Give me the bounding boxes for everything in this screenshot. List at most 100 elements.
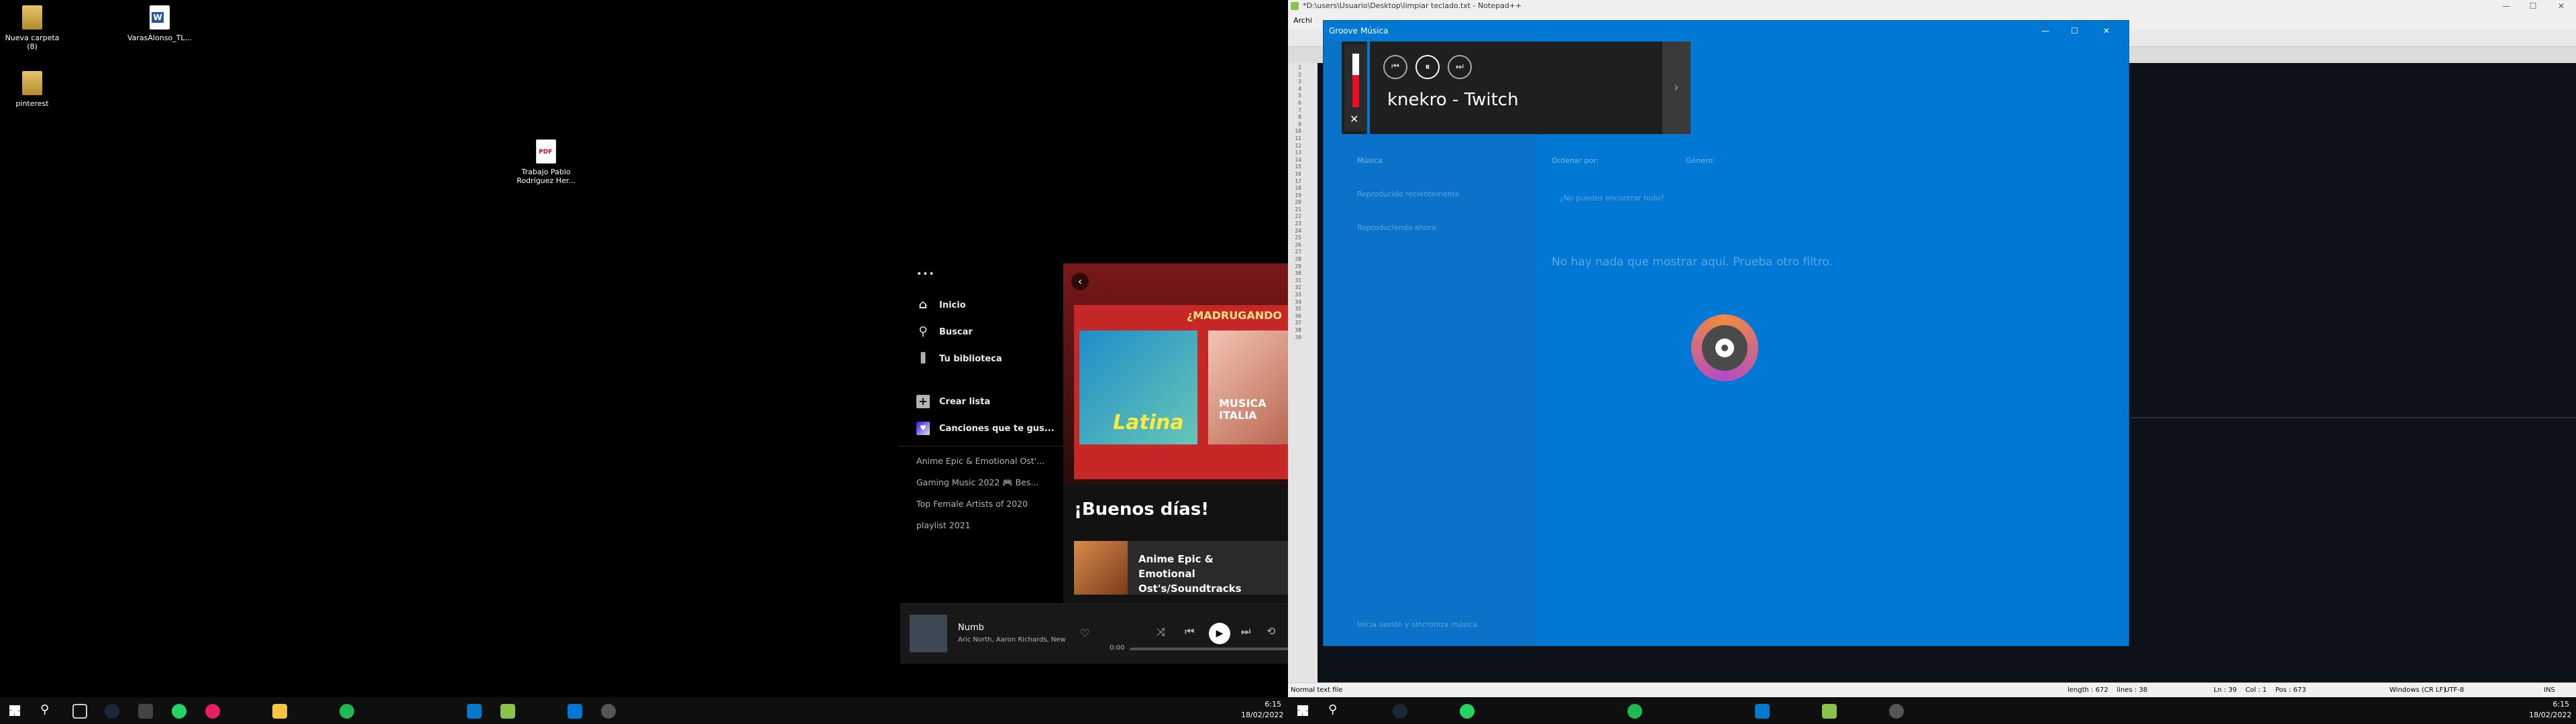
expand-button[interactable]: › xyxy=(1662,42,1690,134)
maximize-icon[interactable]: ☐ xyxy=(2520,0,2546,13)
previous-icon[interactable]: ⏮ xyxy=(1185,625,1194,638)
shuffle-icon[interactable]: ⤨ xyxy=(1157,625,1165,639)
search-icon[interactable]: ⚲ xyxy=(1328,703,1337,717)
volume-level xyxy=(1352,75,1359,107)
line-number: 24 xyxy=(1295,227,1301,234)
nav-search[interactable]: ⚲ Buscar xyxy=(899,318,1063,345)
line-number: 9 xyxy=(1298,121,1301,127)
folder-icon xyxy=(22,71,42,95)
close-icon[interactable]: ✕ xyxy=(2103,21,2110,41)
groove-icon[interactable] xyxy=(601,704,616,719)
nav-recent[interactable]: Reproducido recientemente xyxy=(1357,190,1460,198)
clock-time[interactable]: 6:15 xyxy=(1248,700,1281,709)
desktop-icon-pdf[interactable]: Trabajo Pablo Rodríguez Her... xyxy=(514,139,578,185)
line-number: 27 xyxy=(1295,249,1301,255)
status-eol: Windows (CR LF) xyxy=(2390,686,2447,694)
start-icon[interactable] xyxy=(1297,705,1308,716)
spotify-sidebar: ••• ⌂ Inicio ⚲ Buscar ⫼ Tu biblioteca + … xyxy=(899,265,1063,600)
clock-time[interactable]: 6:15 xyxy=(2536,700,2569,709)
menu-file[interactable]: Archi xyxy=(1293,16,1312,25)
calculator-icon[interactable] xyxy=(138,704,153,719)
cover-latina[interactable]: Latina xyxy=(1079,330,1197,444)
next-button[interactable]: ⏭ xyxy=(1448,55,1472,79)
line-number: 31 xyxy=(1295,277,1301,284)
nav-library[interactable]: ⫼ Tu biblioteca xyxy=(899,345,1063,372)
next-icon[interactable]: ⏭ xyxy=(1241,625,1250,638)
whatsapp-icon[interactable] xyxy=(172,704,186,719)
line-number: 15 xyxy=(1295,164,1301,170)
nav-music[interactable]: Música xyxy=(1357,156,1383,165)
search-icon[interactable]: ⚲ xyxy=(40,703,49,717)
play-button[interactable]: ▶ xyxy=(1209,623,1230,644)
back-button[interactable]: ‹ xyxy=(1071,273,1089,290)
close-icon[interactable]: ✕ xyxy=(1350,113,1358,125)
volume-slider[interactable]: ✕ xyxy=(1344,44,1367,131)
playlist-item[interactable]: playlist 2021 xyxy=(899,515,1063,536)
steam-icon[interactable] xyxy=(105,704,119,719)
volume-track xyxy=(1352,54,1359,107)
line-number: 17 xyxy=(1295,178,1301,184)
desktop-icon-word-doc[interactable]: VarasAlonso_TL... xyxy=(127,5,192,42)
playlist-item[interactable]: Anime Epic & Emotional Ost'... xyxy=(899,450,1063,472)
progress-bar[interactable] xyxy=(1130,648,1288,650)
line-number: 34 xyxy=(1295,298,1301,305)
opera-gx-icon[interactable] xyxy=(205,704,220,719)
nav-home[interactable]: ⌂ Inicio xyxy=(899,292,1063,318)
sign-in-prompt[interactable]: Inicia sesión y sincroniza música xyxy=(1357,620,1511,629)
line-number: 7 xyxy=(1298,107,1301,113)
status-length: length : 672 lines : 38 xyxy=(2068,686,2148,694)
clock-date[interactable]: 18/02/2022 xyxy=(2529,711,2571,719)
greeting-heading: ¡Buenos días! xyxy=(1074,499,1210,520)
groove-logo-icon xyxy=(1691,314,1758,381)
minimize-icon[interactable]: — xyxy=(2493,0,2520,13)
liked-songs-button[interactable]: ♥ Canciones que te gus... xyxy=(899,415,1063,442)
nav-now-playing[interactable]: Reproduciendo ahora xyxy=(1357,223,1436,232)
spotify-icon[interactable] xyxy=(1627,704,1642,719)
start-icon[interactable] xyxy=(9,705,20,716)
close-icon[interactable]: ✕ xyxy=(2546,0,2576,13)
steam-icon[interactable] xyxy=(1393,704,1407,719)
notepad-app-icon xyxy=(1291,2,1299,10)
repeat-icon[interactable]: ⟲ xyxy=(1267,625,1275,638)
recent-card[interactable]: Anime Epic & Emotional Ost's/Soundtracks xyxy=(1074,541,1288,595)
line-number: 16 xyxy=(1295,170,1301,177)
genre-label[interactable]: Género: xyxy=(1686,156,1715,165)
playlist-item[interactable]: Top Female Artists of 2020 xyxy=(899,493,1063,515)
vscode-icon[interactable] xyxy=(467,704,482,719)
line-number: 4 xyxy=(1298,85,1301,92)
spotify-icon[interactable] xyxy=(339,704,354,719)
line-number: 26 xyxy=(1295,241,1301,248)
clock-date[interactable]: 18/02/2022 xyxy=(1241,711,1283,719)
minimize-icon[interactable]: — xyxy=(2041,21,2049,41)
groove-titlebar: Groove Música — ☐ ✕ xyxy=(1324,21,2129,41)
maximize-icon[interactable]: ☐ xyxy=(2071,21,2078,41)
notepad-plus-plus-icon[interactable] xyxy=(1822,704,1837,719)
groove-icon[interactable] xyxy=(1889,704,1904,719)
editor-text-area[interactable] xyxy=(2131,417,2576,418)
whatsapp-icon[interactable] xyxy=(1460,704,1474,719)
line-number: 10 xyxy=(1295,128,1301,135)
sort-label[interactable]: Ordenar por: xyxy=(1552,156,1599,165)
nav-label: Inicio xyxy=(939,300,966,310)
desktop-icon-folder[interactable]: Nueva carpeta (8) xyxy=(0,5,64,51)
promo-banner[interactable]: ¿MADRUGANDO Latina MUSICA ITALIA xyxy=(1074,305,1288,479)
heart-icon[interactable]: ♡ xyxy=(1080,627,1089,640)
explorer-icon[interactable] xyxy=(272,704,287,719)
desktop-icon-label: VarasAlonso_TL... xyxy=(127,34,192,42)
menu-dots-icon[interactable]: ••• xyxy=(916,269,935,280)
track-artists[interactable]: Aric North, Aaron Richards, New J... xyxy=(958,636,1065,644)
line-number: 1 xyxy=(1298,64,1301,70)
playlist-item[interactable]: Gaming Music 2022 🎮 Bes... xyxy=(899,472,1063,493)
create-playlist-button[interactable]: + Crear lista xyxy=(899,388,1063,415)
previous-button[interactable]: ⏮ xyxy=(1383,55,1407,79)
track-title[interactable]: Numb xyxy=(958,623,984,633)
mail-icon[interactable] xyxy=(568,704,582,719)
notepad-plus-plus-icon[interactable] xyxy=(500,704,515,719)
banner-text: ¿MADRUGANDO xyxy=(1187,309,1282,322)
desktop-icon-pinterest[interactable]: pinterest xyxy=(0,71,64,108)
cover-italia[interactable]: MUSICA ITALIA xyxy=(1208,330,1288,444)
vscode-icon[interactable] xyxy=(1755,704,1770,719)
pause-button[interactable]: ⏸ xyxy=(1415,55,1440,79)
cannot-find-link[interactable]: ¿No puedes encontrar todo? xyxy=(1560,194,1664,202)
task-view-icon[interactable] xyxy=(72,704,87,719)
